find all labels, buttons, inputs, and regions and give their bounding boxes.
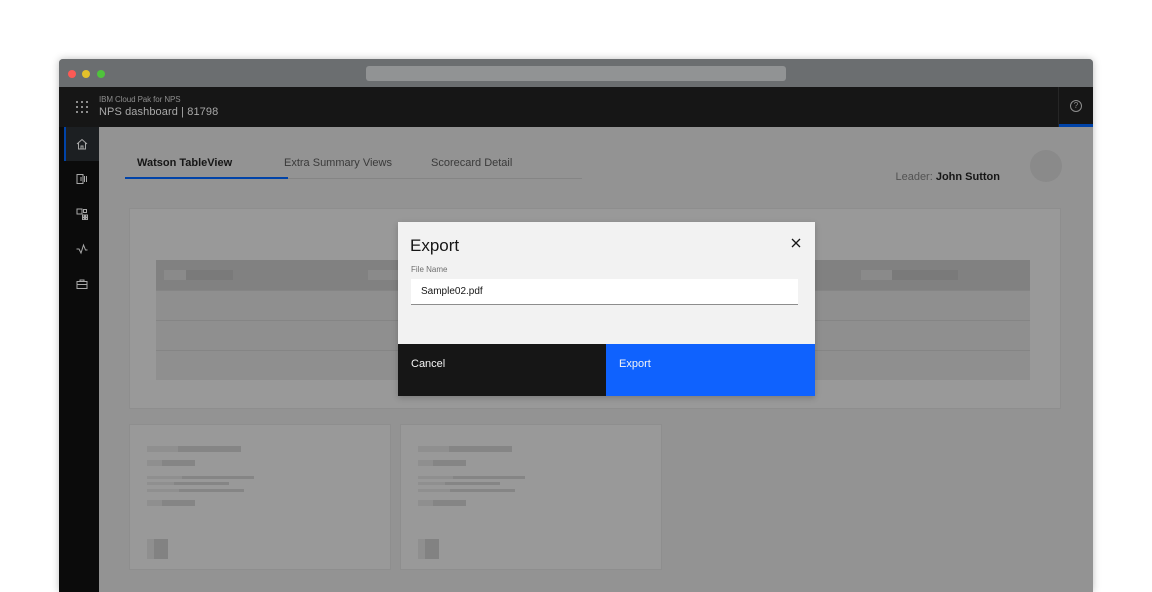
skeleton-bar: [450, 489, 515, 492]
skeleton-bar: [147, 500, 162, 506]
skeleton-bar: [449, 446, 512, 452]
briefcase-icon: [76, 279, 88, 289]
skeleton-bar: [147, 476, 182, 479]
close-icon: [791, 238, 801, 248]
activity-icon: [76, 243, 88, 255]
tab-scorecard-detail[interactable]: Scorecard Detail: [431, 157, 512, 169]
skeleton-bar: [418, 476, 453, 479]
summary-card: [129, 424, 391, 570]
avatar[interactable]: [1030, 150, 1062, 182]
tab-watson-tableview[interactable]: Watson TableView: [137, 157, 232, 169]
skeleton-bar: [179, 489, 244, 492]
close-window-button[interactable]: [68, 70, 76, 78]
apps-icon: [76, 208, 88, 220]
export-modal: Export File Name Cancel Export: [398, 222, 815, 396]
skeleton-bar: [147, 489, 179, 492]
sidebar-item-activity[interactable]: [64, 232, 99, 266]
cancel-button[interactable]: Cancel: [398, 344, 606, 396]
skeleton-bar: [174, 482, 229, 485]
skeleton-bar: [892, 270, 958, 280]
skeleton-bar: [162, 460, 195, 466]
tab-extra-summary-views[interactable]: Extra Summary Views: [284, 157, 392, 169]
maximize-window-button[interactable]: [97, 70, 105, 78]
product-name: IBM Cloud Pak for NPS: [99, 95, 181, 104]
skeleton-bar: [418, 482, 445, 485]
leader-label: Leader:: [895, 171, 933, 183]
skeleton-bar: [418, 489, 450, 492]
summary-card: [400, 424, 662, 570]
sidebar-item-portfolio[interactable]: [64, 267, 99, 301]
skeleton-block: [425, 539, 439, 559]
skeleton-block: [418, 539, 425, 559]
skeleton-bar: [453, 476, 525, 479]
sidebar-item-home[interactable]: [64, 127, 99, 161]
help-icon: ?: [1070, 100, 1082, 112]
help-button[interactable]: ?: [1058, 87, 1093, 127]
columns-icon: [76, 174, 87, 184]
side-nav: [59, 127, 99, 592]
skeleton-bar: [186, 270, 233, 280]
skeleton-bar: [147, 482, 174, 485]
sidebar-item-apps[interactable]: [64, 197, 99, 231]
home-icon: [76, 138, 88, 150]
window-titlebar: [59, 59, 1093, 87]
skeleton-bar: [368, 270, 398, 280]
skeleton-bar: [147, 460, 162, 466]
skeleton-bar: [418, 500, 433, 506]
skeleton-bar: [164, 270, 186, 280]
sidebar-item-reports[interactable]: [64, 162, 99, 196]
skeleton-bar: [433, 500, 466, 506]
skeleton-bar: [162, 500, 195, 506]
app-header: IBM Cloud Pak for NPS NPS dashboard | 81…: [59, 87, 1093, 127]
skeleton-bar: [861, 270, 892, 280]
skeleton-bar: [418, 446, 449, 452]
address-bar[interactable]: [366, 66, 786, 81]
leader-name: John Sutton: [935, 171, 1000, 183]
skeleton-bar: [433, 460, 466, 466]
tab-list: Watson TableView Extra Summary Views Sco…: [125, 149, 582, 179]
skeleton-bar: [178, 446, 241, 452]
file-name-input[interactable]: [411, 279, 798, 305]
page-title: NPS dashboard | 81798: [99, 106, 219, 118]
skeleton-bar: [147, 446, 178, 452]
skeleton-block: [147, 539, 154, 559]
skeleton-bar: [182, 476, 254, 479]
export-button[interactable]: Export: [606, 344, 815, 396]
skeleton-block: [154, 539, 168, 559]
modal-title: Export: [410, 236, 460, 255]
leader-info: Leader: John Sutton: [895, 171, 1000, 183]
file-name-label: File Name: [411, 265, 448, 274]
minimize-window-button[interactable]: [82, 70, 90, 78]
close-button[interactable]: [789, 236, 803, 250]
tab-active-indicator: [125, 177, 288, 179]
skeleton-bar: [445, 482, 500, 485]
skeleton-bar: [418, 460, 433, 466]
app-switcher-icon[interactable]: [76, 101, 88, 113]
